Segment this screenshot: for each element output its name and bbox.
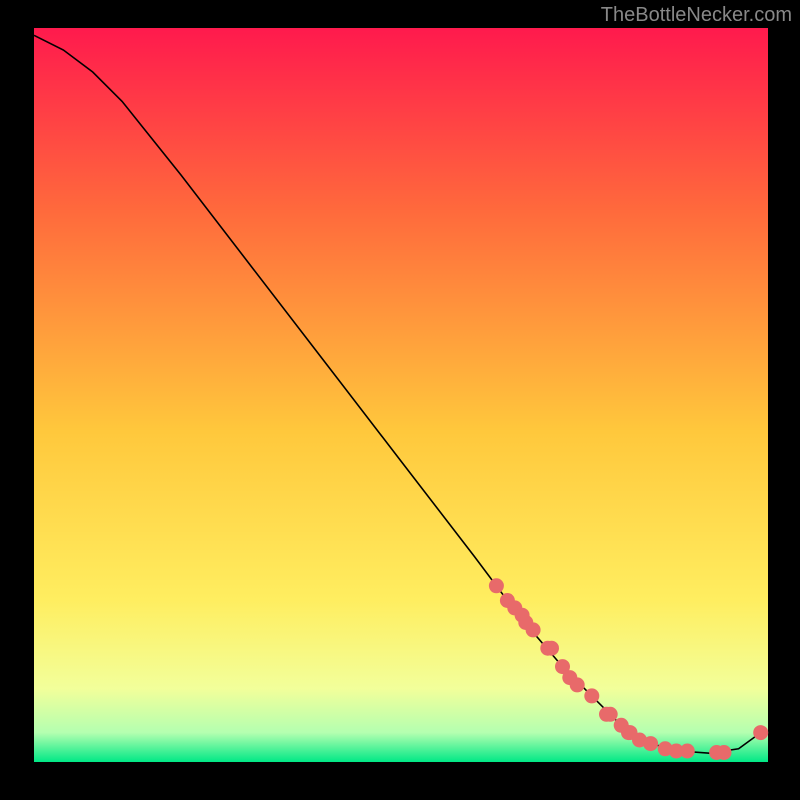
- watermark-text: TheBottleNecker.com: [601, 4, 792, 27]
- scatter-point: [570, 677, 585, 692]
- scatter-point: [680, 744, 695, 759]
- chart-container: TheBottleNecker.com: [0, 0, 800, 800]
- scatter-point: [717, 745, 732, 760]
- scatter-point: [584, 688, 599, 703]
- scatter-point: [544, 641, 559, 656]
- scatter-point: [603, 707, 618, 722]
- chart-svg: [0, 0, 800, 800]
- scatter-point: [526, 622, 541, 637]
- scatter-point: [753, 725, 768, 740]
- plot-background: [34, 28, 768, 762]
- scatter-point: [643, 736, 658, 751]
- scatter-point: [489, 578, 504, 593]
